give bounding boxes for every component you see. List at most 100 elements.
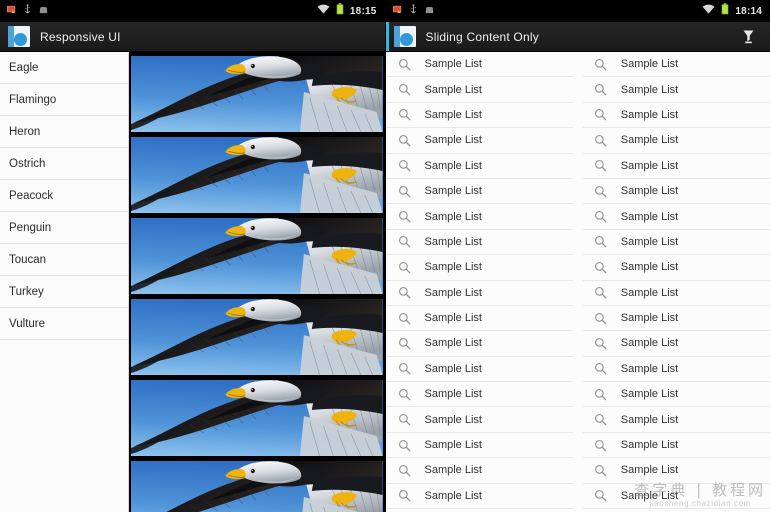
sample-list-column-one[interactable]: Sample List Sample List Sample List Samp… [385, 52, 578, 512]
list-item[interactable]: Sample List [581, 357, 770, 383]
search-icon [594, 362, 607, 375]
list-item-label: Sample List [620, 388, 679, 401]
list-item[interactable]: Sample List [385, 281, 573, 306]
search-icon [398, 439, 411, 452]
search-icon [594, 286, 607, 299]
photo-list-item[interactable] [131, 137, 383, 213]
list-item-label: Sample List [424, 362, 482, 375]
sidebar-item-peacock[interactable]: Peacock [0, 180, 128, 212]
search-icon [398, 362, 411, 375]
list-item-label: Sample List [424, 159, 482, 172]
list-item-label: Sample List [620, 286, 679, 299]
list-item-label: Sample List [620, 210, 679, 223]
search-icon [398, 286, 411, 299]
list-item[interactable]: Sample List [385, 306, 573, 332]
bald-eagle-photo [131, 137, 383, 213]
sidebar-item-flamingo[interactable]: Flamingo [0, 84, 128, 116]
search-icon [594, 235, 607, 248]
list-item[interactable]: Sample List [385, 179, 573, 205]
android-debug-icon [424, 2, 435, 20]
sample-list-column-two[interactable]: Sample List Sample List Sample List Samp… [578, 52, 770, 512]
list-item[interactable]: Sample List [581, 306, 770, 332]
sidebar-item-vulture[interactable]: Vulture [0, 308, 128, 340]
list-item-label: Sample List [620, 83, 679, 96]
search-icon [398, 108, 411, 121]
right-device-screen: 18:14 Sliding Content Only Sample List S… [384, 0, 770, 512]
list-item[interactable]: Sample List [581, 407, 770, 433]
list-item-label: Sample List [424, 312, 482, 325]
list-item[interactable]: Sample List [581, 382, 770, 408]
list-item[interactable]: Sample List [385, 103, 573, 129]
list-item[interactable]: Sample List [581, 128, 770, 154]
list-item[interactable]: Sample List [385, 77, 573, 103]
list-item[interactable]: Sample List [385, 433, 573, 459]
list-item[interactable]: Sample List [581, 458, 770, 484]
sidebar-item-penguin[interactable]: Penguin [0, 212, 128, 244]
list-item[interactable]: Sample List [581, 255, 770, 281]
search-icon [594, 388, 607, 401]
sidebar-item-toucan[interactable]: Toucan [0, 244, 128, 276]
sidebar-item-heron[interactable]: Heron [0, 116, 128, 148]
list-item[interactable]: Sample List [581, 331, 770, 357]
sidebar-item-ostrich[interactable]: Ostrich [0, 148, 128, 180]
sidebar-item-turkey[interactable]: Turkey [0, 276, 128, 308]
list-item[interactable]: Sample List [385, 204, 573, 230]
battery-icon [336, 2, 344, 20]
wifi-icon [317, 2, 330, 20]
list-item[interactable]: Sample List [385, 458, 573, 484]
bird-nav-list[interactable]: Eagle Flamingo Heron Ostrich Peacock Pen… [0, 52, 129, 512]
list-item[interactable]: Sample List [581, 179, 770, 205]
list-item-label: Sample List [620, 134, 679, 147]
list-item[interactable]: Sample List [385, 407, 573, 433]
drawer-edge-accent [385, 22, 389, 51]
sample-list-area[interactable]: Sample List Sample List Sample List Samp… [385, 52, 770, 512]
list-item[interactable]: Sample List [581, 204, 770, 230]
list-item-label: Sample List [620, 58, 679, 71]
list-item[interactable]: Sample List [581, 484, 770, 510]
search-icon [594, 261, 607, 274]
search-icon [398, 134, 411, 147]
filter-icon[interactable] [734, 24, 762, 50]
list-item-label: Sample List [424, 388, 482, 401]
photo-list-item[interactable] [131, 461, 383, 512]
photo-list-item[interactable] [131, 380, 383, 456]
right-action-buttons [734, 24, 762, 50]
photo-list-item[interactable] [131, 299, 383, 375]
list-item[interactable]: Sample List [385, 230, 573, 256]
left-action-bar: Responsive UI [0, 22, 385, 52]
list-item[interactable]: Sample List [581, 433, 770, 459]
list-item[interactable]: Sample List [385, 331, 573, 357]
list-item-label: Sample List [424, 108, 482, 121]
sms-icon [6, 2, 17, 20]
search-icon [398, 235, 411, 248]
list-item[interactable]: Sample List [581, 281, 770, 306]
list-item-label: Sample List [424, 134, 482, 147]
list-item[interactable]: Sample List [581, 103, 770, 129]
list-item[interactable]: Sample List [581, 52, 770, 78]
right-action-bar: Sliding Content Only [385, 22, 770, 52]
screenshot-root: 18:15 Responsive UI Eagle Flamingo Heron… [0, 0, 770, 512]
list-item[interactable]: Sample List [581, 77, 770, 103]
search-icon [398, 159, 411, 172]
sidebar-item-eagle[interactable]: Eagle [0, 52, 128, 84]
list-item[interactable]: Sample List [581, 154, 770, 179]
list-item[interactable]: Sample List [385, 357, 573, 383]
search-icon [398, 83, 411, 96]
list-item[interactable]: Sample List [581, 230, 770, 256]
list-item[interactable]: Sample List [385, 52, 573, 78]
wifi-icon [702, 2, 715, 20]
usb-icon [409, 2, 418, 20]
photo-list-item[interactable] [131, 218, 383, 294]
search-icon [594, 337, 607, 350]
search-icon [398, 464, 411, 477]
list-item[interactable]: Sample List [385, 128, 573, 154]
list-item-label: Sample List [424, 235, 482, 248]
list-item[interactable]: Sample List [385, 255, 573, 281]
eagle-photo-list[interactable] [129, 52, 385, 512]
list-item[interactable]: Sample List [385, 154, 573, 179]
bald-eagle-photo [131, 299, 383, 375]
list-item[interactable]: Sample List [385, 484, 573, 510]
list-item[interactable]: Sample List [385, 382, 573, 408]
list-item-label: Sample List [620, 235, 679, 248]
photo-list-item[interactable] [131, 56, 383, 132]
